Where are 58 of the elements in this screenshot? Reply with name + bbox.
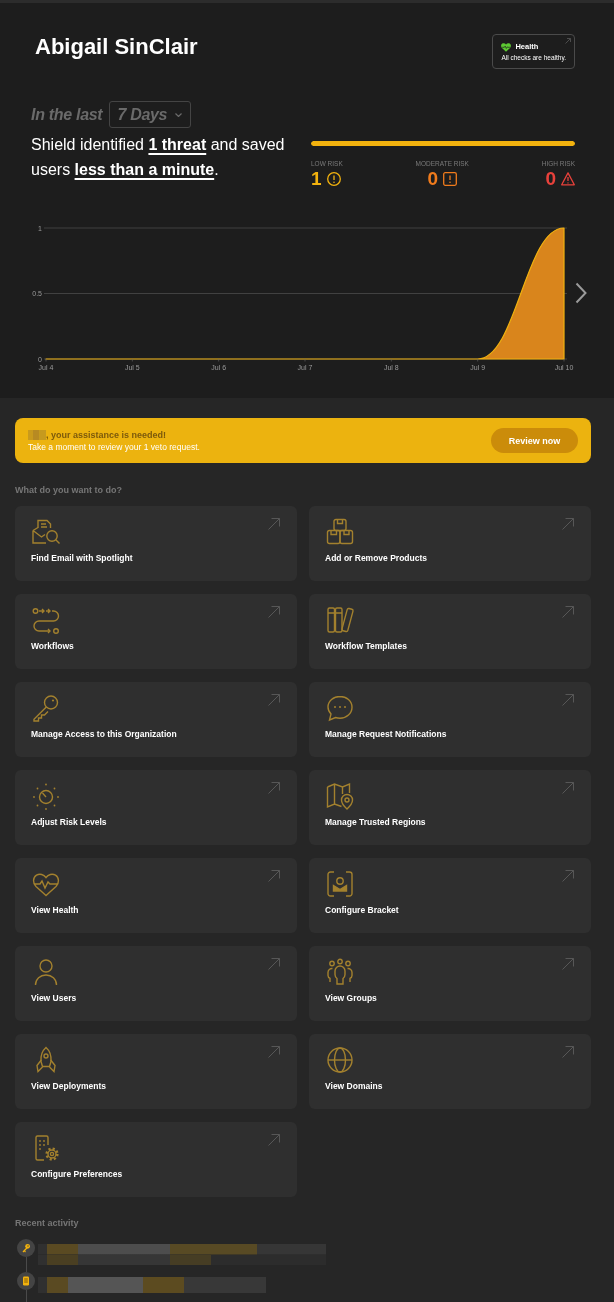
diagonal-arrow-icon <box>562 1046 574 1058</box>
route-arrows-icon <box>31 606 61 634</box>
key-icon <box>31 694 61 722</box>
diagonal-arrow-icon <box>562 782 574 794</box>
action-tile[interactable]: Manage Request Notifications <box>309 682 591 757</box>
action-tile[interactable]: Find Email with Spotlight <box>15 506 297 581</box>
books-icon <box>325 606 355 634</box>
action-tile[interactable]: Adjust Risk Levels <box>15 770 297 845</box>
banner-message: Take a moment to review your 1 veto request. <box>28 440 200 453</box>
action-tile[interactable]: View Deployments <box>15 1034 297 1109</box>
action-tile[interactable]: Workflow Templates <box>309 594 591 669</box>
group-icon <box>325 958 355 986</box>
period-label: In the last <box>31 105 103 124</box>
dial-icon <box>31 782 61 810</box>
diagonal-arrow-icon <box>268 958 280 970</box>
chat-bubble-icon <box>325 694 355 722</box>
section-title: Recent activity <box>15 1218 80 1229</box>
boxes-icon <box>325 518 355 546</box>
summary-text: Shield identified 1 threat and saved users less than a minute. <box>31 135 286 180</box>
action-tile[interactable]: View Groups <box>309 946 591 1021</box>
diagonal-arrow-icon <box>268 870 280 882</box>
envelope-search-icon <box>31 518 61 546</box>
warning-triangle-icon <box>561 171 575 186</box>
diagonal-arrow-icon <box>268 1046 280 1058</box>
globe-icon <box>325 1046 355 1074</box>
map-pin-icon <box>325 782 355 810</box>
diagonal-arrow-icon <box>268 782 280 794</box>
banner-title: , your assistance is needed! <box>46 428 167 441</box>
action-tile[interactable]: Configure Preferences <box>15 1122 297 1197</box>
risk-count: 0 <box>427 168 439 189</box>
risk-count: 1 <box>311 168 322 189</box>
section-title: What do you want to do? <box>15 485 123 496</box>
pixelated-name-block <box>28 429 46 440</box>
diagonal-arrow-icon <box>562 694 574 706</box>
chevron-right-icon[interactable] <box>575 282 587 304</box>
action-tile[interactable]: Manage Access to this Organization <box>15 682 297 757</box>
action-tile[interactable]: View Health <box>15 858 297 933</box>
action-tile[interactable]: Workflows <box>15 594 297 669</box>
diagonal-arrow-icon <box>562 870 574 882</box>
action-tile[interactable]: View Users <box>15 946 297 1021</box>
diagonal-arrow-icon <box>562 958 574 970</box>
diagonal-arrow-icon <box>562 606 574 618</box>
risk-count: 0 <box>545 168 556 189</box>
diagonal-arrow-icon <box>562 518 574 530</box>
diagonal-arrow-icon <box>268 694 280 706</box>
action-tile[interactable]: View Domains <box>309 1034 591 1109</box>
action-tile[interactable]: Manage Trusted Regions <box>309 770 591 845</box>
chevron-down-icon <box>175 112 183 117</box>
action-tile[interactable]: Configure Bracket <box>309 858 591 933</box>
diagonal-arrow-icon <box>268 518 280 530</box>
diagonal-arrow-icon <box>565 38 571 44</box>
diagonal-arrow-icon <box>268 1134 280 1146</box>
user-name: Abigail SinClair <box>35 34 198 60</box>
framed-badge-icon <box>325 870 355 898</box>
alert-circle-icon <box>326 171 341 186</box>
action-tile[interactable]: Add or Remove Products <box>309 506 591 581</box>
diagonal-arrow-icon <box>268 606 280 618</box>
alert-square-icon <box>443 171 458 186</box>
